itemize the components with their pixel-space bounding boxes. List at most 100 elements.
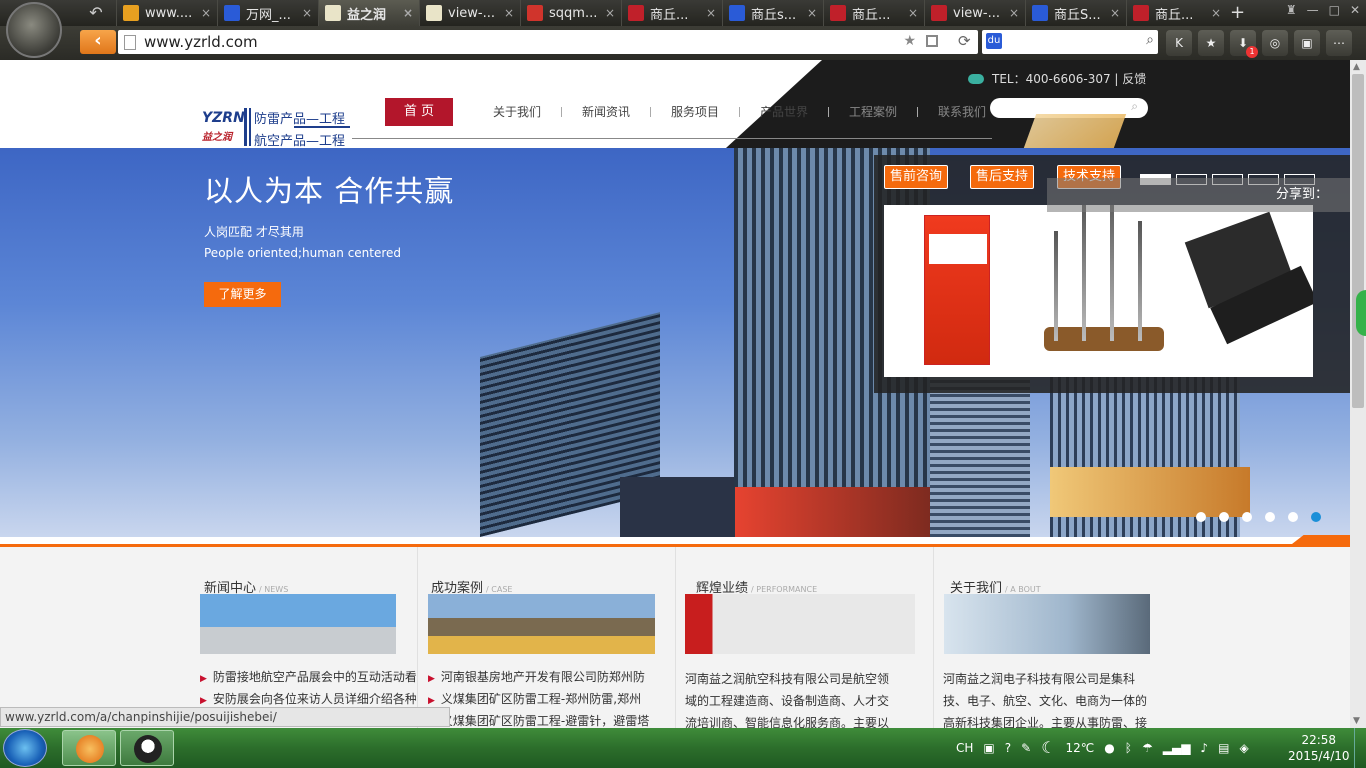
maximize-icon[interactable]: □ bbox=[1329, 3, 1340, 17]
list-item[interactable]: ▶ 义煤集团矿区防雷工程-郑州防雷,郑州 bbox=[428, 690, 658, 707]
reload-icon[interactable]: ⟳ bbox=[958, 32, 971, 50]
nav-item[interactable]: 新闻资讯 bbox=[562, 98, 650, 126]
tab-close-icon[interactable]: × bbox=[1009, 6, 1019, 20]
browser-tab[interactable]: 商丘S... × bbox=[1025, 0, 1126, 26]
site-search-icon[interactable]: ⌕ bbox=[1131, 99, 1138, 114]
back-button[interactable]: ‹ bbox=[80, 30, 116, 54]
tab-close-icon[interactable]: × bbox=[1110, 6, 1120, 20]
tel-text[interactable]: TEL：400-6606-307 | 反馈 bbox=[992, 70, 1146, 87]
taskbar-browser-button[interactable] bbox=[62, 730, 116, 766]
nav-item[interactable]: 产品世界 bbox=[740, 98, 828, 126]
browser-tab[interactable]: www.... × bbox=[116, 0, 217, 26]
list-item[interactable]: ▶义煤集团矿区防雷工程-避雷针，避雷塔 bbox=[428, 712, 658, 728]
security-shield-icon[interactable]: ◈ bbox=[1239, 741, 1248, 755]
tab-close-icon[interactable]: × bbox=[706, 6, 716, 20]
browser-tab[interactable]: 商丘... × bbox=[621, 0, 722, 26]
nav-item[interactable]: 服务项目 bbox=[651, 98, 739, 126]
weather-moon-icon[interactable]: ☾ bbox=[1041, 738, 1055, 757]
tab-close-icon[interactable]: × bbox=[201, 6, 211, 20]
nav-item[interactable]: 首 页 bbox=[385, 98, 453, 126]
close-window-icon[interactable]: ✕ bbox=[1350, 3, 1360, 17]
input-language[interactable]: CH bbox=[956, 741, 973, 755]
tab-back-icon[interactable]: ↶ bbox=[86, 3, 106, 23]
screenshot-icon[interactable]: ▣ bbox=[1294, 30, 1320, 56]
cases-image[interactable] bbox=[428, 594, 655, 654]
banner-dot[interactable] bbox=[1311, 512, 1321, 522]
download-icon[interactable]: ⬇ 1 bbox=[1230, 30, 1258, 58]
side-float-tab[interactable] bbox=[1356, 290, 1366, 336]
page-scrollbar[interactable]: ▲ ▼ bbox=[1350, 60, 1366, 728]
banner-dot[interactable] bbox=[1265, 512, 1275, 522]
browser-tab[interactable]: 商丘... × bbox=[823, 0, 924, 26]
about-image[interactable] bbox=[944, 594, 1150, 654]
show-desktop-button[interactable] bbox=[1354, 728, 1366, 768]
banner-dot[interactable] bbox=[1219, 512, 1229, 522]
bookmark-star-icon[interactable]: ★ bbox=[903, 33, 916, 49]
address-field[interactable]: www.yzrld.com ★ bbox=[118, 30, 978, 54]
browser-tab[interactable]: 商丘... × bbox=[1126, 0, 1227, 26]
k-extension-icon[interactable]: K bbox=[1166, 30, 1192, 56]
tab-close-icon[interactable]: × bbox=[302, 6, 312, 20]
browser-tab[interactable]: 益之润 × bbox=[318, 0, 419, 26]
contact-tel: TEL：400-6606-307 | 反馈 bbox=[968, 70, 1146, 87]
nav-item[interactable]: 工程案例 bbox=[829, 98, 917, 126]
news-image[interactable] bbox=[200, 594, 396, 654]
site-logo[interactable]: YZRN 益之润 防雷产品—工程 航空产品—工程 bbox=[202, 104, 352, 149]
scroll-thumb[interactable] bbox=[1352, 74, 1364, 408]
aftersale-button[interactable]: 售后支持 bbox=[970, 165, 1035, 189]
list-item[interactable]: ▶ 防雷接地航空产品展会中的互动活动看 bbox=[200, 668, 416, 685]
search-icon[interactable]: ⌕ bbox=[1146, 32, 1154, 48]
weather-temp[interactable]: 12℃ bbox=[1066, 741, 1095, 755]
banner-dot[interactable] bbox=[1242, 512, 1252, 522]
page-icon bbox=[124, 34, 136, 50]
tray-app-icon[interactable]: ▣ bbox=[983, 741, 994, 755]
gamepad-icon[interactable]: ◎ bbox=[1262, 30, 1288, 56]
menu-icon[interactable]: ⋯ bbox=[1326, 30, 1352, 56]
tab-close-icon[interactable]: × bbox=[807, 6, 817, 20]
user-avatar[interactable] bbox=[6, 2, 62, 58]
search-engine-icon[interactable]: du bbox=[986, 33, 1002, 49]
browser-tab[interactable]: sqqm... × bbox=[520, 0, 621, 26]
tab-close-icon[interactable]: × bbox=[605, 6, 615, 20]
tab-close-icon[interactable]: × bbox=[1211, 6, 1221, 20]
browser-tab[interactable]: 商丘s... × bbox=[722, 0, 823, 26]
browser-tab[interactable]: 万网_... × bbox=[217, 0, 318, 26]
banner-dot[interactable] bbox=[1288, 512, 1298, 522]
help-icon[interactable]: ? bbox=[1005, 741, 1011, 755]
qq-tray-icon[interactable]: ● bbox=[1104, 741, 1114, 755]
tab-favicon-icon bbox=[224, 5, 240, 21]
tray-app-icon[interactable]: ✎ bbox=[1021, 741, 1031, 755]
taskbar-qq-button[interactable] bbox=[120, 730, 174, 766]
skin-icon[interactable]: ♜ bbox=[1286, 3, 1297, 17]
favorites-icon[interactable]: ★ bbox=[1198, 30, 1224, 56]
browser-tab[interactable]: view-... × bbox=[419, 0, 520, 26]
bluetooth-icon[interactable]: ᛒ bbox=[1125, 741, 1132, 755]
presale-button[interactable]: 售前咨询 bbox=[884, 165, 949, 189]
browser-tab[interactable]: view-... × bbox=[924, 0, 1025, 26]
learn-more-button[interactable]: 了解更多 bbox=[204, 282, 281, 307]
qr-code-icon[interactable] bbox=[926, 35, 938, 47]
scroll-up-icon[interactable]: ▲ bbox=[1353, 62, 1360, 72]
start-button[interactable] bbox=[3, 729, 47, 767]
scroll-down-icon[interactable]: ▼ bbox=[1353, 716, 1360, 726]
tab-close-icon[interactable]: × bbox=[504, 6, 514, 20]
search-engine-input[interactable]: du ⌕ bbox=[982, 30, 1158, 54]
banner-dot[interactable] bbox=[1196, 512, 1206, 522]
tray-app-icon[interactable]: ▤ bbox=[1218, 741, 1229, 755]
share-bar[interactable]: 分享到： bbox=[1047, 178, 1350, 212]
product-image[interactable] bbox=[884, 205, 1313, 377]
system-clock[interactable]: 22:58 2015/4/10 bbox=[1288, 732, 1350, 764]
performance-image[interactable] bbox=[685, 594, 915, 654]
address-text[interactable]: www.yzrld.com bbox=[144, 33, 258, 51]
volume-icon[interactable]: ♪ bbox=[1200, 741, 1208, 755]
tab-close-icon[interactable]: × bbox=[908, 6, 918, 20]
nav-item[interactable]: 关于我们 bbox=[473, 98, 561, 126]
network-signal-icon[interactable]: ▂▄▆ bbox=[1163, 741, 1191, 755]
list-item[interactable]: ▶ 安防展会向各位来访人员详细介绍各种 bbox=[200, 690, 416, 707]
minimize-icon[interactable]: — bbox=[1307, 3, 1319, 17]
tray-app-icon[interactable]: ☂ bbox=[1142, 741, 1153, 755]
list-item[interactable]: ▶ 河南银基房地产开发有限公司防郑州防 bbox=[428, 668, 658, 685]
tab-close-icon[interactable]: × bbox=[403, 6, 413, 20]
new-tab-button[interactable]: + bbox=[1230, 2, 1245, 24]
tab-label: 商丘S... bbox=[1054, 7, 1101, 23]
